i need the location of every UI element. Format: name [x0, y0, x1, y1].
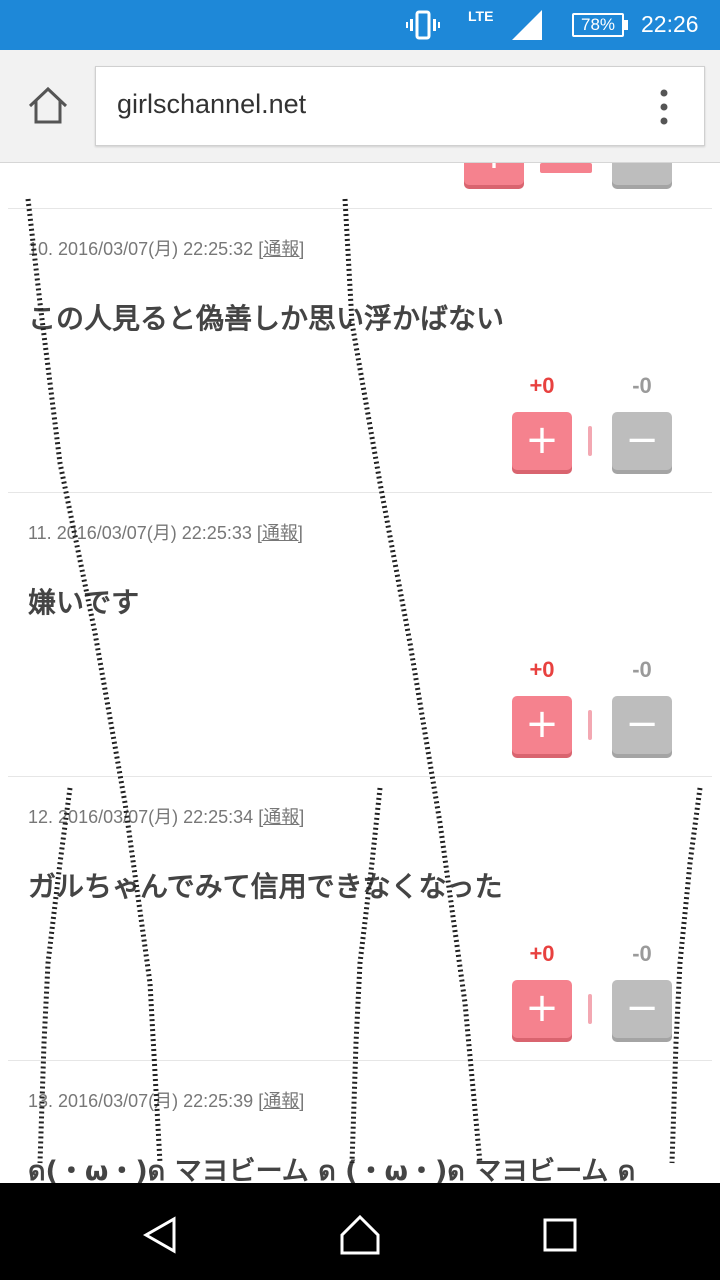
comment-list: + − 10. 2016/03/07(月) 22:25:32 [通報] この人見… [0, 163, 720, 1183]
navigation-bar [0, 1183, 720, 1280]
plus-vote-button[interactable]: + [464, 163, 524, 185]
comment-item: 12. 2016/03/07(月) 22:25:34 [通報] ガルちゃんでみて… [8, 776, 712, 1061]
comment-text: この人見ると偽善しか思い浮かばない [28, 302, 505, 335]
comment-timestamp: 2016/03/07(月) 22:25:34 [58, 807, 254, 827]
recents-icon[interactable] [542, 1217, 578, 1253]
comment-meta: 10. 2016/03/07(月) 22:25:32 [通報] [28, 235, 304, 261]
comment-number: 11. [28, 523, 52, 543]
minus-vote-button[interactable]: − [612, 980, 672, 1038]
comment-timestamp: 2016/03/07(月) 22:25:33 [56, 523, 252, 543]
report-link[interactable]: [通報] [258, 239, 304, 259]
minus-count: -0 [632, 657, 652, 682]
comment-text: 嫌いです [28, 586, 140, 619]
address-bar[interactable]: girlschannel.net [95, 66, 705, 146]
comment-timestamp: 2016/03/07(月) 22:25:32 [58, 239, 254, 259]
minus-count: -0 [632, 941, 652, 966]
vote-ratio-bar [588, 426, 592, 456]
comment-text: ガルちゃんでみて信用できなくなった [28, 870, 503, 903]
battery-tip [624, 20, 628, 30]
network-type-label: LTE [468, 8, 494, 24]
comment-item: 10. 2016/03/07(月) 22:25:32 [通報] この人見ると偽善… [8, 208, 712, 493]
report-link[interactable]: [通報] [257, 523, 303, 543]
minus-vote-button[interactable]: − [612, 412, 672, 470]
clock: 22:26 [641, 11, 699, 37]
comment-number: 13. [28, 1091, 54, 1111]
plus-count: +0 [529, 657, 555, 682]
status-bar: LTE 78% 22:26 [0, 0, 720, 50]
report-link[interactable]: [通報] [258, 1091, 304, 1111]
vote-ratio-bar [588, 710, 592, 740]
url-text[interactable]: girlschannel.net [117, 89, 306, 120]
vote-ratio-bar [588, 994, 592, 1024]
comment-number: 12. [28, 807, 54, 827]
comment-meta: 13. 2016/03/07(月) 22:25:39 [通報] [28, 1087, 304, 1113]
home-icon[interactable] [26, 84, 70, 128]
comment-number: 10. [28, 239, 54, 259]
minus-count: -0 [632, 373, 652, 398]
back-icon[interactable] [140, 1215, 180, 1255]
comment-item: 11. 2016/03/07(月) 22:25:33 [通報] 嫌いです +0 … [8, 492, 712, 777]
comment-text: ด(・ω・)ด マヨビーム ด (・ω・)ด マヨビーム ด [28, 1156, 636, 1183]
plus-vote-button[interactable]: + [512, 412, 572, 470]
plus-count: +0 [529, 941, 555, 966]
plus-vote-button[interactable]: + [512, 980, 572, 1038]
report-link[interactable]: [通報] [258, 807, 304, 827]
battery-icon: 78% [572, 13, 624, 37]
browser-toolbar: girlschannel.net [0, 50, 720, 163]
signal-icon [512, 10, 542, 40]
vote-ratio-bar [540, 163, 592, 173]
comment-meta: 12. 2016/03/07(月) 22:25:34 [通報] [28, 803, 304, 829]
comment-timestamp: 2016/03/07(月) 22:25:39 [58, 1091, 254, 1111]
comment-item: 13. 2016/03/07(月) 22:25:39 [通報] ด(・ω・)ด … [8, 1060, 712, 1183]
vibrate-icon [406, 10, 440, 40]
comment-meta: 11. 2016/03/07(月) 22:25:33 [通報] [28, 519, 303, 545]
home-nav-icon[interactable] [338, 1213, 382, 1257]
minus-vote-button[interactable]: − [612, 696, 672, 754]
menu-dots-icon[interactable] [652, 87, 676, 127]
plus-count: +0 [529, 373, 555, 398]
plus-vote-button[interactable]: + [512, 696, 572, 754]
minus-vote-button[interactable]: − [612, 163, 672, 185]
battery-level: 78% [580, 15, 616, 34]
